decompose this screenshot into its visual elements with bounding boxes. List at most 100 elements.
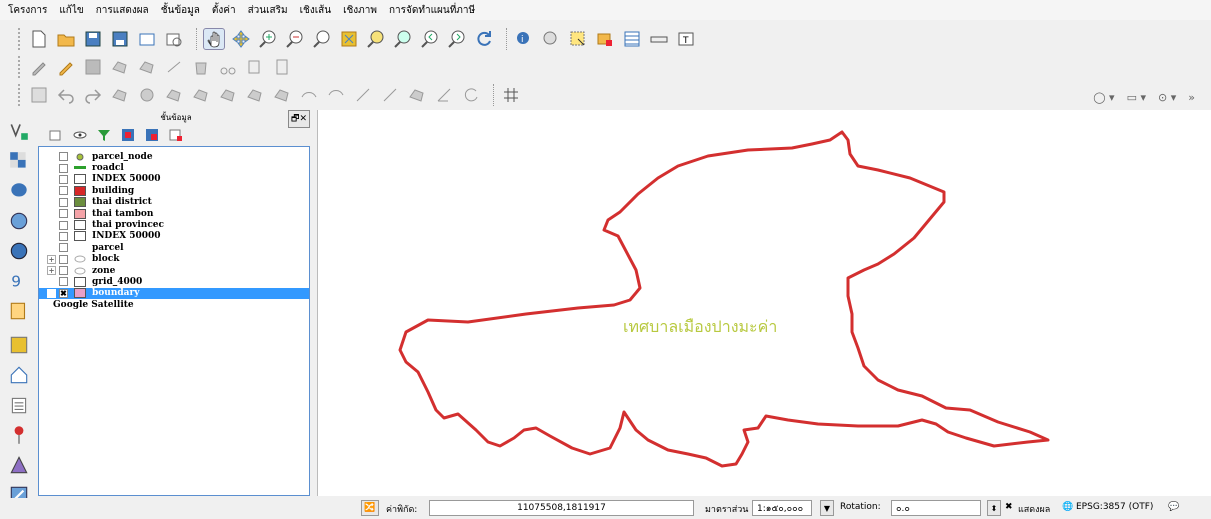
layer-row[interactable]: + block: [39, 254, 309, 265]
circle-tool-dropdown[interactable]: ◯ ▾: [1087, 88, 1120, 106]
layer-row[interactable]: Google Satellite: [39, 299, 309, 310]
rectangle-tool-dropdown[interactable]: ▭ ▾: [1121, 88, 1152, 106]
messages-icon[interactable]: 💬: [1168, 502, 1179, 512]
expand-all-icon[interactable]: [120, 127, 136, 143]
layer-visibility-checkbox[interactable]: [59, 266, 68, 276]
layer-row[interactable]: building: [39, 185, 309, 196]
collapse-all-icon[interactable]: [144, 127, 160, 143]
rotation-stepper-icon[interactable]: ⬍: [987, 500, 1001, 516]
coordinate-field[interactable]: 11075508,1811917: [429, 500, 694, 516]
toggle-editing-icon[interactable]: [55, 56, 77, 78]
layer-row[interactable]: grid_4000: [39, 276, 309, 287]
add-postgis-layer-icon[interactable]: [6, 178, 32, 204]
layer-visibility-checkbox[interactable]: [59, 231, 68, 241]
menu-item-5[interactable]: ส่วนเสริม: [248, 3, 288, 18]
add-raster-layer-icon[interactable]: [6, 148, 32, 174]
menu-item-1[interactable]: แก้ไข: [59, 3, 83, 18]
advanced-digitize-icon: [28, 84, 50, 106]
layer-row[interactable]: thai tambon: [39, 208, 309, 219]
layer-visibility-checkbox[interactable]: [59, 277, 68, 287]
eye-icon[interactable]: [72, 127, 88, 143]
zoom-last-icon[interactable]: [419, 28, 441, 50]
filter-icon[interactable]: [96, 127, 112, 143]
layer-row[interactable]: thai district: [39, 197, 309, 208]
text-annotation-icon[interactable]: T: [675, 28, 697, 50]
render-checkbox-icon[interactable]: ✖: [1005, 502, 1013, 512]
expand-toggle-icon[interactable]: +: [47, 254, 56, 264]
open-project-icon[interactable]: [55, 28, 77, 50]
layer-visibility-checkbox[interactable]: [59, 254, 68, 264]
save-project-icon[interactable]: [82, 28, 104, 50]
layer-row[interactable]: parcel_node: [39, 151, 309, 162]
select-features-icon[interactable]: [567, 28, 589, 50]
layer-row[interactable]: parcel: [39, 242, 309, 253]
layer-visibility-checkbox[interactable]: [59, 174, 68, 184]
identify-icon[interactable]: i: [513, 28, 535, 50]
zoom-to-layer-icon[interactable]: [392, 28, 414, 50]
layer-visibility-checkbox[interactable]: [59, 243, 68, 253]
zoom-full-icon[interactable]: [338, 28, 360, 50]
crs-label[interactable]: EPSG:3857 (OTF): [1076, 502, 1153, 512]
zoom-to-selection-icon[interactable]: [365, 28, 387, 50]
coordinate-toggle-icon[interactable]: 🔀: [361, 500, 379, 516]
zoom-native-icon[interactable]: [311, 28, 333, 50]
layer-row[interactable]: INDEX 50000: [39, 231, 309, 242]
new-print-composer-icon[interactable]: [136, 28, 158, 50]
triangle-tool-icon[interactable]: [6, 452, 32, 478]
remove-layer-icon[interactable]: [168, 127, 184, 143]
new-project-icon[interactable]: [28, 28, 50, 50]
refresh-icon[interactable]: [473, 28, 495, 50]
expand-toggle-icon[interactable]: +: [47, 266, 56, 276]
deselect-icon[interactable]: [594, 28, 616, 50]
rotation-field[interactable]: ๐.๐: [891, 500, 981, 516]
layer-row[interactable]: roadcl: [39, 162, 309, 173]
menu-item-6[interactable]: เชิงเส้น: [300, 3, 331, 18]
zoom-out-icon[interactable]: [284, 28, 306, 50]
add-part-icon: [190, 84, 212, 106]
layer-visibility-checkbox[interactable]: [59, 220, 68, 230]
georeferencer-icon[interactable]: [6, 332, 32, 358]
measure-line-icon[interactable]: [648, 28, 670, 50]
zoom-in-icon[interactable]: [257, 28, 279, 50]
zoom-next-icon[interactable]: [446, 28, 468, 50]
scale-field[interactable]: 1:๑๕๐,๐๐๐: [752, 500, 812, 516]
more-tools-chevron-icon[interactable]: »: [1182, 88, 1201, 106]
pan-icon[interactable]: [203, 28, 225, 50]
layer-visibility-checkbox[interactable]: [59, 209, 68, 219]
menu-item-2[interactable]: การแสดงผล: [96, 3, 149, 18]
composer-manager-icon[interactable]: [163, 28, 185, 50]
layer-visibility-checkbox[interactable]: [59, 163, 68, 173]
menu-item-4[interactable]: ตั้งค่า: [212, 3, 236, 18]
menu-item-0[interactable]: โครงการ: [8, 3, 47, 18]
crs-globe-icon[interactable]: 🌐: [1062, 502, 1073, 512]
layer-row[interactable]: thai provincec: [39, 219, 309, 231]
save-as-icon[interactable]: [109, 28, 131, 50]
layer-row[interactable]: + zone: [39, 265, 309, 276]
menu-item-8[interactable]: การจัดทำแผนที่ภาษี: [389, 3, 475, 18]
layer-visibility-checkbox[interactable]: [59, 186, 68, 196]
menu-item-7[interactable]: เชิงภาพ: [343, 3, 377, 18]
add-vector-layer-icon[interactable]: [6, 118, 32, 144]
new-shapefile-icon[interactable]: [6, 298, 32, 324]
add-wfs-layer-icon[interactable]: [6, 238, 32, 264]
ellipse-tool-dropdown[interactable]: ⊙ ▾: [1152, 88, 1182, 106]
layer-visibility-checkbox[interactable]: [59, 152, 68, 162]
scale-dropdown-icon[interactable]: ▼: [820, 500, 834, 516]
layer-row[interactable]: INDEX 50000: [39, 174, 309, 185]
layer-row[interactable]: ✖ boundary: [39, 287, 309, 300]
pan-to-selection-icon[interactable]: [230, 28, 252, 50]
measure-icon[interactable]: [540, 28, 562, 50]
add-wms-layer-icon[interactable]: [6, 208, 32, 234]
map-canvas[interactable]: เทศบาลเมืองปางมะค่า: [317, 110, 1211, 496]
report-icon[interactable]: [6, 392, 32, 418]
layer-visibility-checkbox[interactable]: ✖: [59, 288, 68, 298]
add-group-icon[interactable]: [48, 127, 64, 143]
grid-icon[interactable]: [500, 84, 522, 106]
attribute-table-icon[interactable]: [621, 28, 643, 50]
panel-float-close-button[interactable]: 🗗✕: [288, 110, 310, 128]
home-icon[interactable]: [6, 362, 32, 388]
layer-visibility-checkbox[interactable]: [59, 197, 68, 207]
menu-item-3[interactable]: ชั้นข้อมูล: [161, 3, 200, 18]
add-delimited-text-icon[interactable]: 9: [6, 268, 32, 294]
pin-icon[interactable]: [6, 422, 32, 448]
